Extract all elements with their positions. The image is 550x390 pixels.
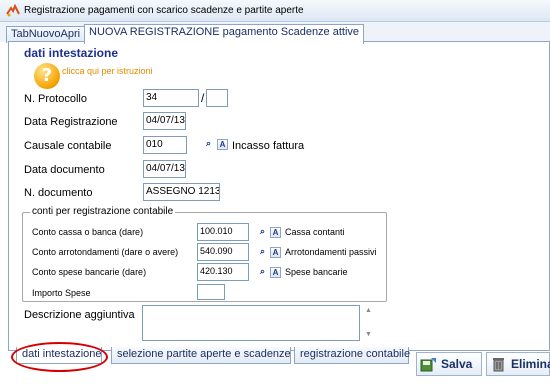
conto-spese-label: Conto spese bancarie (dare) (32, 267, 147, 277)
conto-cassa-description: Cassa contanti (285, 227, 345, 237)
importo-spese-input[interactable] (197, 284, 225, 300)
conto-arrotondamenti-label: Conto arrotondamenti (dare o avere) (32, 247, 179, 257)
a-lookup-icon[interactable]: A (270, 227, 281, 238)
delete-label: Elimina (511, 357, 550, 371)
conto-spese-description: Spese bancarie (285, 267, 348, 277)
descrizione-scrollbar[interactable]: ▲ ▼ (362, 305, 374, 341)
tab-nuova-registrazione[interactable]: NUOVA REGISTRAZIONE pagamento Scadenze a… (84, 24, 365, 44)
app-icon (6, 4, 20, 17)
numero-documento-input[interactable]: ASSEGNO 121314 (143, 183, 220, 201)
conto-spese-input[interactable]: 420.130 (197, 263, 249, 281)
save-label: Salva (441, 357, 473, 371)
data-documento-input[interactable]: 04/07/13 (143, 160, 186, 178)
protocollo-input[interactable]: 34 (143, 89, 199, 107)
binoculars-icon[interactable]: ⌕ (257, 247, 268, 258)
a-lookup-icon[interactable]: A (270, 267, 281, 278)
save-icon (420, 358, 436, 372)
question-icon[interactable]: ? (34, 63, 60, 89)
descrizione-textarea[interactable] (142, 305, 360, 341)
binoculars-icon[interactable]: ⌕ (203, 139, 214, 150)
descrizione-label: Descrizione aggiuntiva (24, 309, 135, 321)
numero-documento-label: N. documento (24, 187, 93, 199)
help-link[interactable]: clicca qui per istruzioni (62, 66, 153, 76)
tab-dati-intestazione[interactable]: dati intestazione (16, 347, 102, 364)
conto-cassa-input[interactable]: 100.010 (197, 223, 249, 241)
importo-spese-label: Importo Spese (32, 288, 91, 298)
conto-cassa-label: Conto cassa o banca (dare) (32, 227, 144, 237)
a-lookup-icon[interactable]: A (270, 247, 281, 258)
slash-separator: / (201, 91, 205, 105)
data-registrazione-label: Data Registrazione (24, 116, 118, 128)
conti-group-title: conti per registrazione contabile (30, 206, 176, 217)
section-title: dati intestazione (24, 46, 119, 60)
data-documento-label: Data documento (24, 164, 105, 176)
binoculars-icon[interactable]: ⌕ (257, 227, 268, 238)
tab-strip: TabNuovoApri NUOVA REGISTRAZIONE pagamen… (0, 22, 550, 44)
conto-arrotondamenti-input[interactable]: 540.090 (197, 243, 249, 261)
data-registrazione-input[interactable]: 04/07/13 (143, 112, 186, 130)
save-button[interactable]: Salva (416, 352, 482, 376)
scroll-up-icon[interactable]: ▲ (365, 307, 372, 314)
window-title: Registrazione pagamenti con scarico scad… (24, 5, 304, 16)
causale-description: Incasso fattura (232, 140, 305, 152)
trash-icon (493, 358, 504, 372)
conto-arrotondamenti-description: Arrotondamenti passivi (285, 247, 377, 257)
tab-selezione-partite[interactable]: selezione partite aperte e scadenze (111, 347, 291, 364)
protocollo-label: N. Protocollo (24, 93, 87, 105)
protocollo-suffix-input[interactable] (206, 89, 228, 107)
scroll-down-icon[interactable]: ▼ (365, 331, 372, 338)
delete-button[interactable]: Elimina (486, 352, 550, 376)
a-lookup-icon[interactable]: A (217, 139, 228, 150)
binoculars-icon[interactable]: ⌕ (257, 267, 268, 278)
causale-input[interactable]: 010 (143, 136, 187, 154)
causale-label: Causale contabile (24, 140, 112, 152)
title-bar: Registrazione pagamenti con scarico scad… (0, 0, 550, 22)
tab-registrazione-contabile[interactable]: registrazione contabile (294, 347, 410, 364)
